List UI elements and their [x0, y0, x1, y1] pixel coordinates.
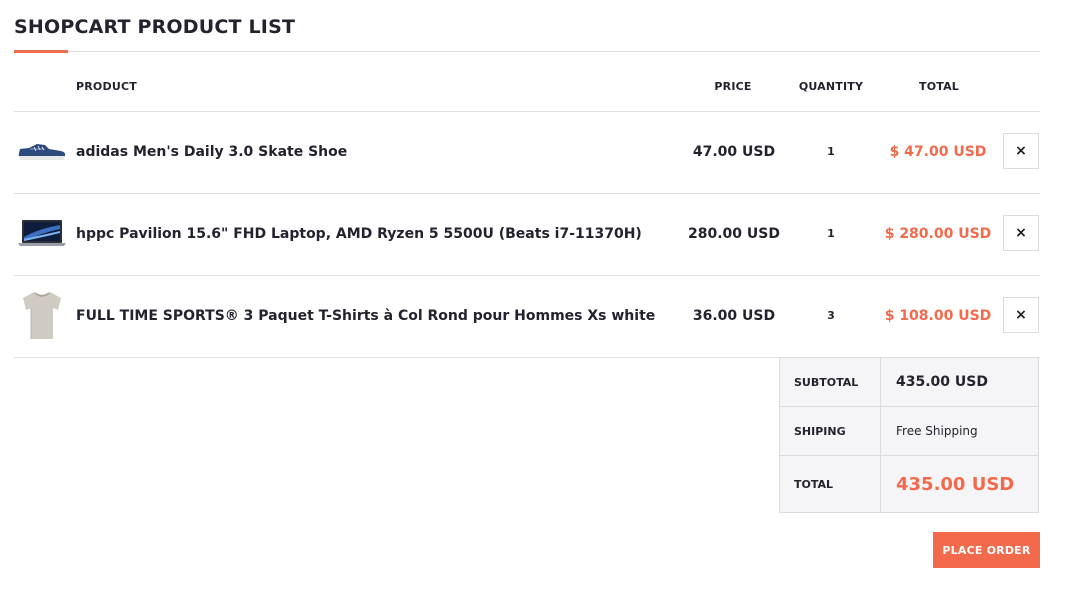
sneaker-icon [14, 123, 70, 179]
subtotal-label: SUBTOTAL [780, 358, 881, 406]
header-price: PRICE [714, 80, 752, 93]
tshirt-icon [14, 287, 70, 343]
close-icon: × [1015, 143, 1027, 159]
product-quantity: 1 [827, 145, 835, 158]
product-total: $ 47.00 USD [889, 144, 987, 160]
header-product: PRODUCT [76, 80, 137, 93]
product-quantity: 1 [827, 227, 835, 240]
product-total: $ 280.00 USD [884, 226, 992, 242]
shipping-label: SHIPING [780, 407, 881, 455]
total-value: 435.00 USD [896, 473, 1015, 495]
product-name[interactable]: FULL TIME SPORTS® 3 Paquet T-Shirts à Co… [76, 275, 655, 357]
product-name[interactable]: adidas Men's Daily 3.0 Skate Shoe [76, 111, 347, 193]
remove-item-button[interactable]: × [1003, 215, 1039, 251]
page-title: SHOPCART PRODUCT LIST [14, 16, 296, 38]
table-row: adidas Men's Daily 3.0 Skate Shoe 47.00 … [14, 111, 1040, 193]
total-label: TOTAL [780, 456, 881, 512]
product-quantity: 3 [827, 309, 835, 322]
product-name[interactable]: hppc Pavilion 15.6" FHD Laptop, AMD Ryze… [76, 193, 642, 275]
remove-item-button[interactable]: × [1003, 297, 1039, 333]
table-row: FULL TIME SPORTS® 3 Paquet T-Shirts à Co… [14, 275, 1040, 357]
close-icon: × [1015, 225, 1027, 241]
remove-item-button[interactable]: × [1003, 133, 1039, 169]
subtotal-value: 435.00 USD [896, 374, 988, 390]
table-row: hppc Pavilion 15.6" FHD Laptop, AMD Ryze… [14, 193, 1040, 275]
shipping-value: Free Shipping [896, 424, 978, 438]
product-price: 36.00 USD [692, 308, 776, 324]
total-row: TOTAL 435.00 USD [780, 456, 1038, 512]
laptop-icon [14, 205, 70, 261]
place-order-button[interactable]: PLACE ORDER [933, 532, 1040, 568]
title-accent-bar [14, 50, 68, 53]
product-total: $ 108.00 USD [884, 308, 992, 324]
header-quantity: QUANTITY [798, 80, 864, 93]
title-divider [14, 51, 1040, 52]
subtotal-row: SUBTOTAL 435.00 USD [780, 358, 1038, 406]
order-summary: SUBTOTAL 435.00 USD SHIPING Free Shippin… [779, 357, 1039, 513]
close-icon: × [1015, 307, 1027, 323]
header-total: TOTAL [918, 80, 960, 93]
product-price: 280.00 USD [688, 226, 780, 242]
shipping-row: SHIPING Free Shipping [780, 407, 1038, 455]
product-price: 47.00 USD [692, 144, 776, 160]
